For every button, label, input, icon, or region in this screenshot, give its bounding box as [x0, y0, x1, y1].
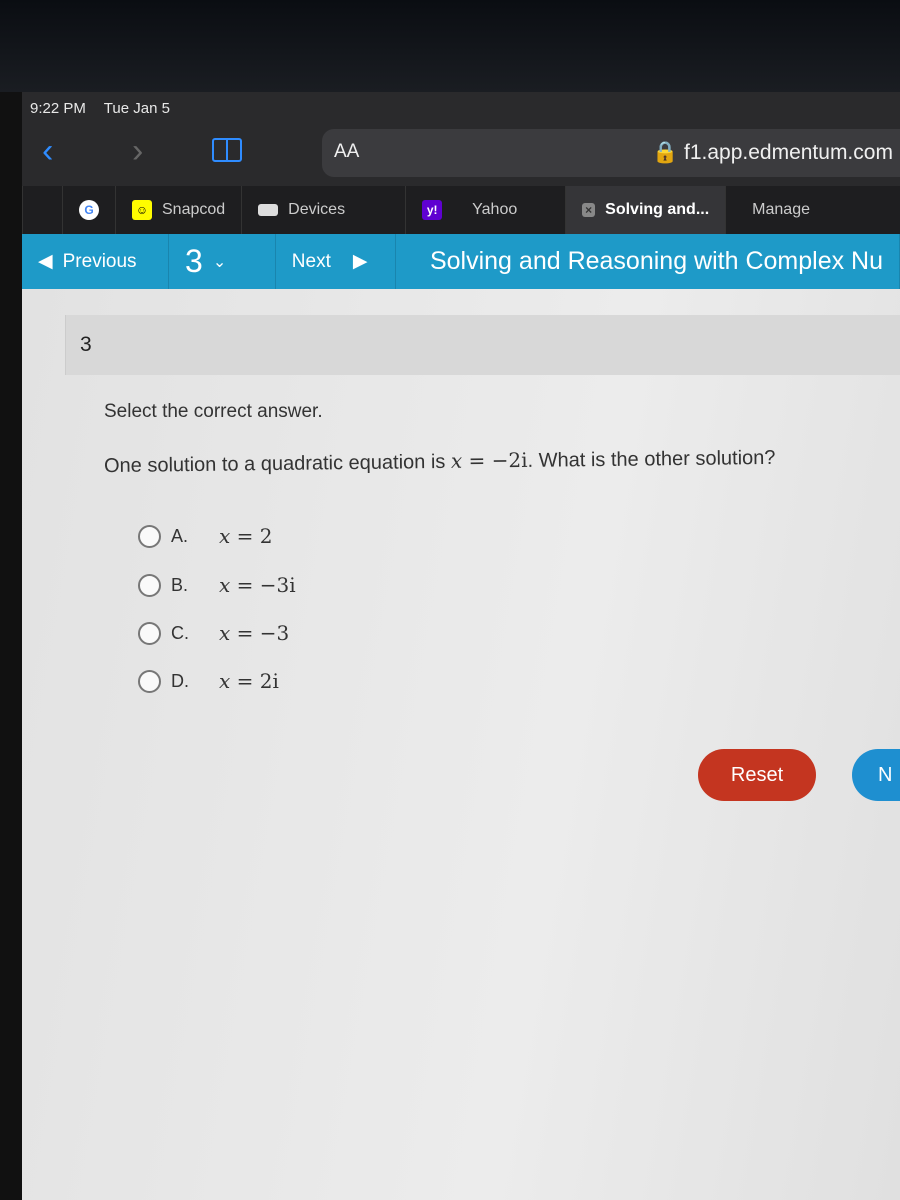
lock-icon: 🔒 — [652, 141, 679, 164]
option-a[interactable]: A. x = 2 — [138, 524, 272, 548]
address-bar[interactable]: AA 🔒 f1.app.edmentum.com — [322, 129, 900, 177]
snapchat-icon: ☺ — [132, 200, 152, 220]
bookmarks-icon[interactable] — [212, 138, 242, 162]
option-c[interactable]: C. x = −3 — [138, 621, 289, 645]
text-size-button[interactable]: AA — [334, 141, 359, 163]
status-time: 9:22 PM — [30, 100, 86, 117]
instruction: Select the correct answer. — [104, 401, 323, 422]
next-arrow-icon: ▶ — [352, 251, 368, 272]
reset-button[interactable]: Reset — [698, 749, 816, 801]
yahoo-icon: y! — [422, 200, 443, 220]
status-bar: 9:22 PM Tue Jan 5 — [30, 100, 184, 117]
assessment-nav: ◀ Previous 3 ⌄ Next ▶ Solving and Reasoning… — [22, 234, 900, 289]
ipad-screen: 9:22 PM Tue Jan 5 ‹ › AA 🔒 f1.app.edment… — [22, 92, 900, 1200]
tab-yahoo[interactable]: y! Yahoo — [405, 186, 565, 234]
previous-arrow-icon: ◀ — [38, 251, 53, 272]
option-d[interactable]: D. x = 2i — [138, 669, 279, 693]
tab-devices[interactable]: Devices — [241, 186, 405, 234]
previous-button[interactable]: ◀ Previous — [22, 234, 170, 289]
status-date: Tue Jan 5 — [103, 100, 170, 117]
tab-solving[interactable]: × Solving and... — [565, 186, 726, 234]
next-question-button[interactable]: N — [852, 749, 900, 801]
tab-google[interactable]: G — [62, 186, 115, 234]
radio-button[interactable] — [138, 573, 161, 597]
radio-button[interactable] — [138, 669, 161, 693]
page-title: Solving and Reasoning with Complex Nu — [396, 234, 900, 289]
next-button[interactable]: Next ▶ — [276, 234, 396, 289]
browser-toolbar: ‹ › AA 🔒 f1.app.edmentum.com — [22, 126, 900, 184]
back-chevron-icon[interactable]: ‹ — [42, 134, 53, 168]
question-selector[interactable]: 3 ⌄ — [169, 234, 276, 289]
close-tab-icon[interactable]: × — [582, 203, 596, 217]
devices-icon — [258, 204, 279, 216]
tab-bar: G ☺ Snapcod Devices y! Yahoo × Solving and.… — [22, 186, 900, 234]
google-icon: G — [79, 200, 99, 220]
device-bezel — [0, 0, 900, 92]
option-b[interactable]: B. x = −3i — [138, 573, 296, 597]
question-text: One solution to a quadratic equation is … — [103, 446, 776, 478]
tab-manage[interactable]: Manage — [725, 186, 826, 234]
chevron-down-icon: ⌄ — [212, 253, 227, 271]
url-text: f1.app.edmentum.com — [684, 141, 893, 164]
radio-button[interactable] — [138, 524, 161, 548]
tab-snapcode[interactable]: ☺ Snapcod — [115, 186, 241, 234]
radio-button[interactable] — [138, 621, 161, 645]
forward-chevron-icon[interactable]: › — [132, 134, 143, 168]
question-page: 3 Select the correct answer. One solutio… — [22, 289, 900, 1200]
question-number-header: 3 — [65, 315, 900, 375]
